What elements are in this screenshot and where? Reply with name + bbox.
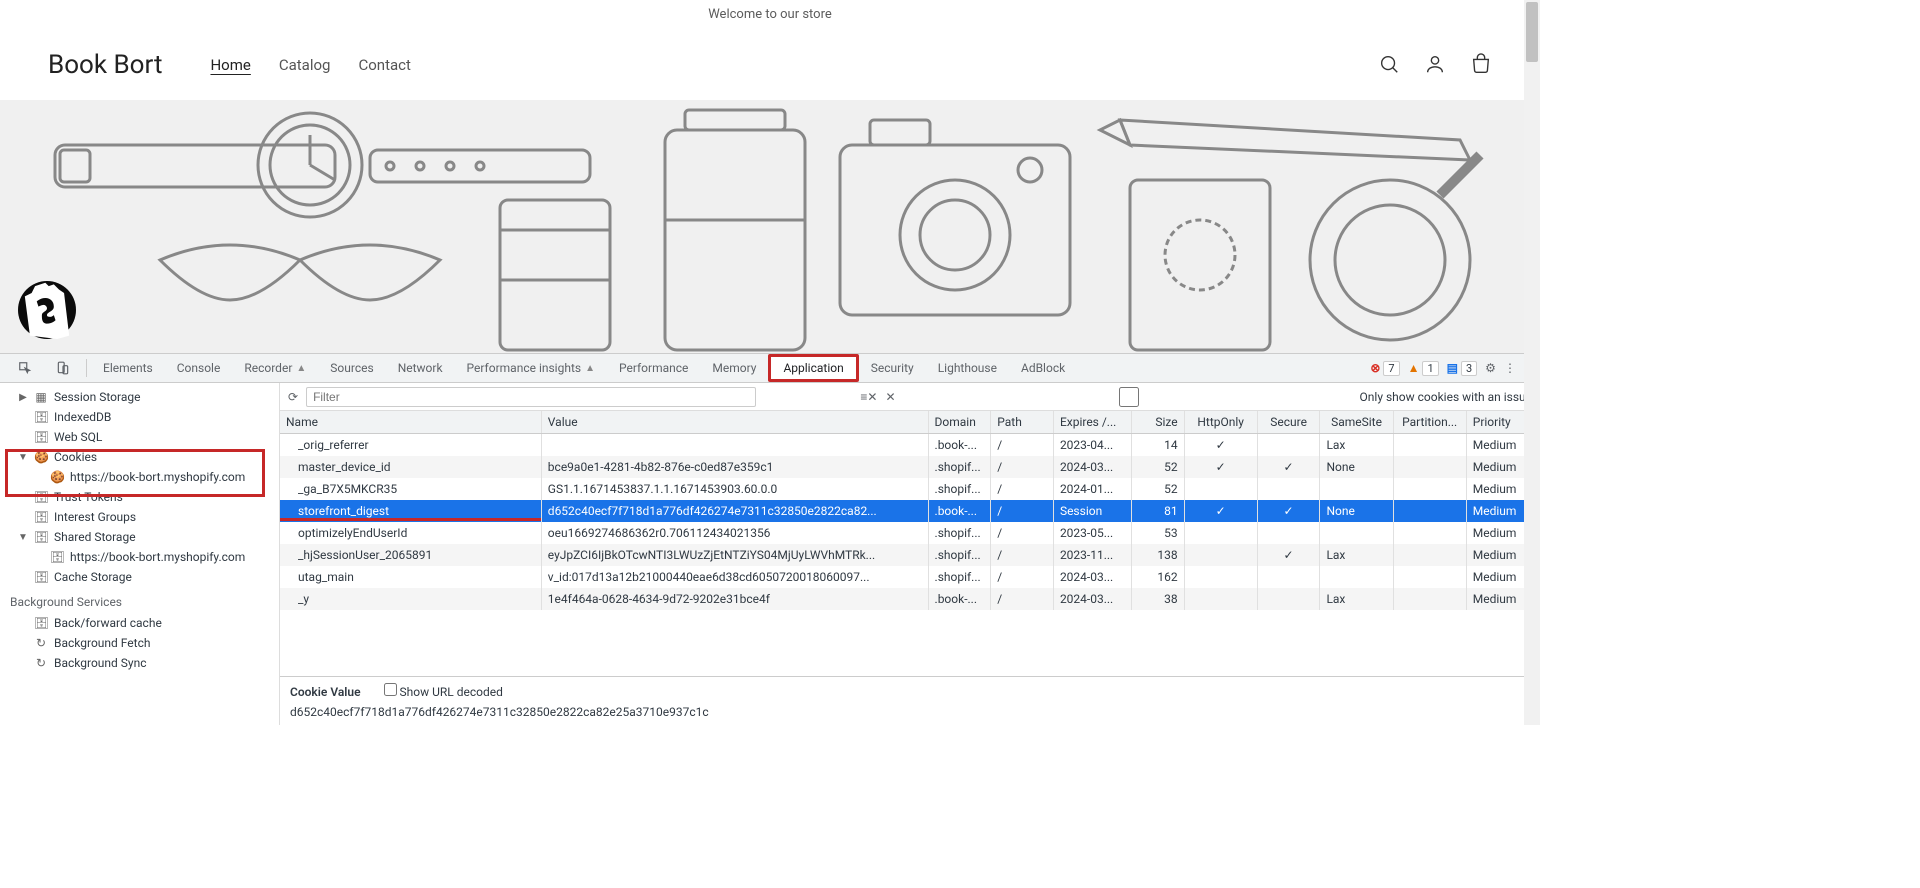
sidebar-item[interactable]: ▼🍪Cookies <box>0 447 279 467</box>
sidebar-item[interactable]: ▶▦Session Storage <box>0 387 279 407</box>
hero-banner <box>0 100 1540 353</box>
column-header[interactable]: SameSite <box>1320 411 1393 434</box>
clear-all-icon[interactable]: ✕ <box>885 390 895 404</box>
cookie-row[interactable]: optimizelyEndUserIdoeu1669274686362r0.70… <box>280 522 1540 544</box>
tab-application[interactable]: Application <box>768 354 858 382</box>
inspect-icon[interactable] <box>6 354 44 382</box>
cart-icon[interactable] <box>1470 53 1492 78</box>
tab-memory[interactable]: Memory <box>700 354 768 382</box>
cookie-row[interactable]: storefront_digestd652c40ecf7f718d1a776df… <box>280 500 1540 522</box>
sidebar-item[interactable]: 🗄Back/forward cache <box>0 613 279 633</box>
tab-console[interactable]: Console <box>165 354 233 382</box>
cookie-row[interactable]: _ga_B7X5MKCR35GS1.1.1671453837.1.1.16714… <box>280 478 1540 500</box>
warning-count[interactable]: ▲ 1 <box>1408 361 1439 375</box>
tab-network[interactable]: Network <box>386 354 455 382</box>
sidebar-item[interactable]: 🗄Trust Tokens <box>0 487 279 507</box>
tab-elements[interactable]: Elements <box>91 354 165 382</box>
cookie-row[interactable]: _hjSessionUser_2065891eyJpZCI6IjBkOTcwNT… <box>280 544 1540 566</box>
cookie-value-panel: Cookie Value Show URL decoded d652c40ecf… <box>280 676 1540 725</box>
highlight-row-box <box>280 500 541 521</box>
cookie-row[interactable]: master_device_idbce9a0e1-4281-4b82-876e-… <box>280 456 1540 478</box>
column-header[interactable]: Expires /... <box>1053 411 1131 434</box>
tab-lighthouse[interactable]: Lighthouse <box>926 354 1009 382</box>
column-header[interactable]: Path <box>991 411 1054 434</box>
sidebar-item[interactable]: 🗄https://book-bort.myshopify.com <box>0 547 279 567</box>
tab-performance[interactable]: Performance <box>607 354 700 382</box>
page-scrollbar[interactable] <box>1524 0 1540 725</box>
store-nav: Home Catalog Contact <box>210 56 410 74</box>
store-title: Book Bort <box>48 50 162 80</box>
column-header[interactable]: HttpOnly <box>1184 411 1257 434</box>
search-icon[interactable] <box>1378 53 1400 78</box>
url-decoded-checkbox[interactable]: Show URL decoded <box>384 685 503 699</box>
nav-catalog[interactable]: Catalog <box>279 56 331 74</box>
cookie-row[interactable]: _y1e4f464a-0628-4634-9d72-9202e31bce4f.b… <box>280 588 1540 610</box>
announcement-bar: Welcome to our store <box>0 0 1540 30</box>
sidebar-item[interactable]: 🍪https://book-bort.myshopify.com <box>0 467 279 487</box>
clear-filter-icon[interactable]: ≡✕ <box>860 390 877 404</box>
account-icon[interactable] <box>1424 53 1446 78</box>
nav-contact[interactable]: Contact <box>358 56 410 74</box>
device-icon[interactable] <box>44 354 82 382</box>
sidebar-item[interactable]: 🗄Interest Groups <box>0 507 279 527</box>
devtools-tabbar: Elements Console Recorder ▲ Sources Netw… <box>0 353 1540 383</box>
column-header[interactable]: Value <box>541 411 928 434</box>
tab-performance-insights[interactable]: Performance insights ▲ <box>455 354 607 382</box>
application-sidebar: ▶▦Session Storage🗄IndexedDB🗄Web SQL▼🍪Coo… <box>0 383 280 725</box>
message-count[interactable]: ▤ 3 <box>1447 361 1478 375</box>
column-header[interactable]: Size <box>1132 411 1184 434</box>
cookie-value-label: Cookie Value <box>290 685 361 699</box>
column-header[interactable]: Domain <box>928 411 991 434</box>
settings-icon[interactable]: ⚙ <box>1485 361 1496 375</box>
more-icon[interactable]: ⋮ <box>1504 361 1516 375</box>
store-header: Book Bort Home Catalog Contact <box>0 30 1540 100</box>
cookie-row[interactable]: utag_mainv_id:017d13a12b21000440eae6d38c… <box>280 566 1540 588</box>
only-issues-checkbox[interactable]: Only show cookies with an issue <box>904 387 1532 407</box>
tab-sources[interactable]: Sources <box>318 354 385 382</box>
shopify-badge[interactable] <box>18 281 76 339</box>
column-header[interactable]: Name <box>280 411 541 434</box>
cookie-filter-input[interactable] <box>306 387 756 407</box>
tab-recorder[interactable]: Recorder ▲ <box>232 354 318 382</box>
cookie-table[interactable]: NameValueDomainPathExpires /...SizeHttpO… <box>280 411 1540 676</box>
sidebar-item[interactable]: 🗄Cache Storage <box>0 567 279 587</box>
cookie-value-text: d652c40ecf7f718d1a776df426274e7311c32850… <box>290 705 1530 719</box>
tab-security[interactable]: Security <box>859 354 926 382</box>
error-count[interactable]: ⊗ 7 <box>1370 361 1399 375</box>
column-header[interactable]: Partition... <box>1393 411 1466 434</box>
sidebar-item[interactable]: 🗄Web SQL <box>0 427 279 447</box>
column-header[interactable]: Secure <box>1257 411 1320 434</box>
sidebar-item[interactable]: ↻Background Sync <box>0 653 279 673</box>
nav-home[interactable]: Home <box>210 56 250 74</box>
background-services-title: Background Services <box>0 587 279 613</box>
sidebar-item[interactable]: ↻Background Fetch <box>0 633 279 653</box>
refresh-icon[interactable]: ⟳ <box>288 390 298 404</box>
cookie-row[interactable]: _orig_referrer.book-.../2023-04...14✓Lax… <box>280 434 1540 457</box>
tab-adblock[interactable]: AdBlock <box>1009 354 1077 382</box>
sidebar-item[interactable]: ▼🗄Shared Storage <box>0 527 279 547</box>
sidebar-item[interactable]: 🗄IndexedDB <box>0 407 279 427</box>
cookie-toolbar: ⟳ ≡✕ ✕ Only show cookies with an issue <box>280 383 1540 411</box>
